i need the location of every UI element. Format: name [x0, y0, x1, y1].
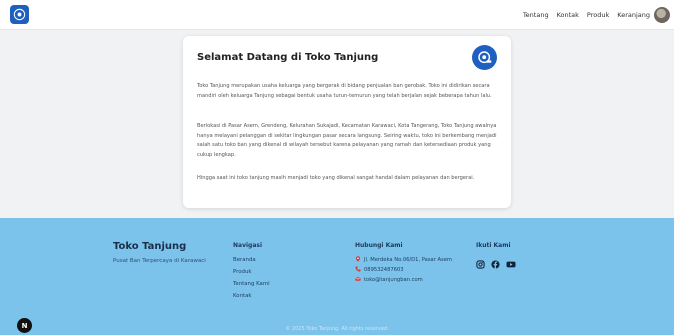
mail-icon	[355, 276, 361, 284]
contact-address-text: Jl. Merdeka No.06/D1, Pasar Asem	[364, 257, 452, 263]
nav-link-kontak[interactable]: Kontak	[557, 11, 579, 19]
footer-tagline: Pusat Ban Terpercaya di Karawaci	[113, 258, 206, 264]
nav-links: Tentang Kontak Produk Keranjang	[523, 0, 650, 30]
contact-email: toko@tanjungban.com	[355, 276, 423, 284]
footer-link-kontak[interactable]: Kontak	[233, 293, 252, 299]
about-paragraph-3: Hingga saat ini toko tanjung masih menja…	[197, 175, 475, 181]
footer-link-tentang-kami[interactable]: Tentang Kami	[233, 281, 270, 287]
facebook-icon[interactable]	[491, 254, 500, 273]
nav-link-produk[interactable]: Produk	[587, 11, 609, 19]
top-navbar: Tentang Kontak Produk Keranjang	[0, 0, 674, 30]
store-logo-icon	[472, 45, 497, 70]
social-links	[476, 254, 516, 273]
copyright: © 2025 Toko Tanjung. All rights reserved…	[285, 326, 389, 332]
phone-icon	[355, 266, 361, 274]
page-title: Selamat Datang di Toko Tanjung	[197, 52, 379, 63]
welcome-card: Selamat Datang di Toko Tanjung Toko Tanj…	[183, 36, 511, 208]
floating-n-badge[interactable]: N	[17, 318, 32, 333]
contact-phone-text: 089532487603	[364, 267, 404, 273]
logo-icon[interactable]	[10, 5, 29, 24]
nav-link-keranjang[interactable]: Keranjang	[617, 11, 650, 19]
about-paragraph-1: Toko Tanjung merupakan usaha keluarga ya…	[197, 83, 492, 99]
footer-nav-title: Navigasi	[233, 242, 263, 249]
nav-link-tentang[interactable]: Tentang	[523, 11, 549, 19]
footer-link-produk[interactable]: Produk	[233, 269, 252, 275]
contact-phone: 089532487603	[355, 266, 404, 274]
youtube-icon[interactable]	[506, 254, 516, 273]
about-paragraph-2: Berlokasi di Pasar Asem, Grendeng, Kelur…	[197, 123, 497, 158]
map-pin-icon	[355, 256, 361, 264]
footer-social-title: Ikuti Kami	[476, 242, 511, 249]
contact-email-text[interactable]: toko@tanjungban.com	[364, 277, 423, 283]
footer-link-beranda[interactable]: Beranda	[233, 257, 256, 263]
instagram-icon[interactable]	[476, 254, 485, 273]
footer-contact-title: Hubungi Kami	[355, 242, 403, 249]
avatar[interactable]	[654, 7, 670, 23]
footer-brand: Toko Tanjung	[113, 241, 187, 252]
contact-address: Jl. Merdeka No.06/D1, Pasar Asem	[355, 256, 452, 264]
footer: Toko Tanjung Pusat Ban Terpercaya di Kar…	[0, 218, 674, 335]
